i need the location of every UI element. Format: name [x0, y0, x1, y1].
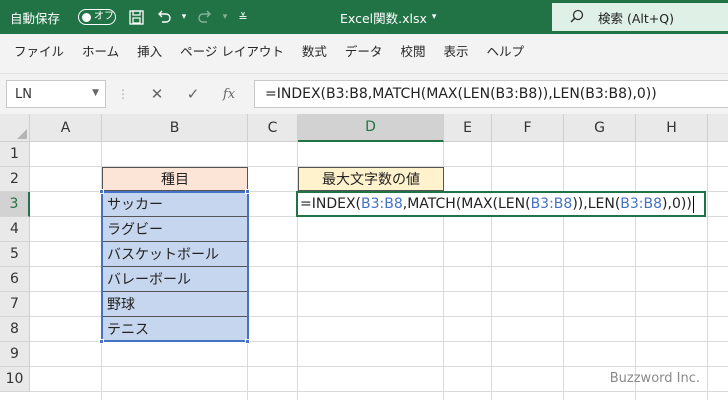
- ribbon-tabs: ファイル ホーム 挿入 ページ レイアウト 数式 データ 校閲 表示 ヘルプ: [0, 34, 728, 66]
- column-header-i-partial: [708, 114, 728, 142]
- file-name-dropdown-icon: ▾: [431, 12, 437, 22]
- cell-b4[interactable]: ラグビー: [102, 217, 248, 242]
- file-name[interactable]: Excel関数.xlsx ▾: [340, 0, 436, 34]
- gridline: [563, 142, 564, 400]
- row-header-6[interactable]: 6: [0, 267, 30, 292]
- cell-d3-editing[interactable]: =INDEX(B3:B8 ,MATCH(MAX(LEN(B3:B8)),LEN(B…: [296, 191, 706, 217]
- customize-toolbar-icon[interactable]: ≚: [234, 8, 252, 26]
- formula-text: )),LEN(: [572, 196, 621, 212]
- name-box-value: LN: [15, 86, 32, 102]
- file-name-label: Excel関数.xlsx: [340, 10, 427, 26]
- autosave-label: 自動保存: [10, 10, 61, 26]
- column-header-b[interactable]: B: [102, 114, 248, 142]
- name-box[interactable]: LN ▼: [6, 80, 106, 108]
- gridline: [30, 391, 728, 392]
- range-handle[interactable]: [245, 339, 250, 344]
- row-header-7[interactable]: 7: [0, 292, 30, 317]
- formula-text: =INDEX(: [300, 196, 362, 212]
- redo-dropdown-icon: ▾: [222, 12, 228, 22]
- undo-dropdown-icon[interactable]: ▾: [175, 8, 193, 26]
- cell-b8[interactable]: テニス: [102, 317, 248, 342]
- search-icon: [570, 9, 584, 26]
- cancel-icon[interactable]: ✕: [146, 84, 168, 104]
- column-header-c[interactable]: C: [248, 114, 298, 142]
- formula-input[interactable]: =INDEX(B3:B8,MATCH(MAX(LEN(B3:B8)),LEN(B…: [254, 80, 728, 108]
- enter-icon[interactable]: ✓: [182, 84, 204, 104]
- cell-b3[interactable]: サッカー: [102, 192, 248, 217]
- formula-text: ),0)): [662, 196, 692, 212]
- column-header-h[interactable]: H: [636, 114, 708, 142]
- formula-bar: LN ▼ ⋮ ✕ ✓ fx =INDEX(B3:B8,MATCH(MAX(LEN…: [0, 74, 728, 114]
- row-header-9[interactable]: 9: [0, 342, 30, 367]
- name-box-dropdown-icon[interactable]: ▼: [92, 88, 99, 98]
- spreadsheet-grid: A B C D E F G H 1 2 3 4 5 6 7 8 9 10 種目 …: [0, 114, 728, 400]
- row-header-5[interactable]: 5: [0, 242, 30, 267]
- redo-icon: [196, 8, 214, 26]
- row-header-3[interactable]: 3: [0, 192, 30, 217]
- range-handle[interactable]: [245, 189, 250, 194]
- toggle-knob: [82, 12, 91, 22]
- tab-help[interactable]: ヘルプ: [486, 41, 524, 60]
- row-header-8[interactable]: 8: [0, 317, 30, 342]
- autosave-toggle[interactable]: オフ: [78, 9, 116, 25]
- tab-formulas[interactable]: 数式: [302, 41, 327, 60]
- cell-b2-header[interactable]: 種目: [102, 167, 248, 191]
- autosave-state: オフ: [94, 11, 114, 22]
- cell-d2-header[interactable]: 最大文字数の値: [298, 167, 444, 191]
- tab-page-layout[interactable]: ページ レイアウト: [180, 41, 284, 60]
- more-dots-icon: ⋮: [117, 87, 129, 101]
- column-header-f[interactable]: F: [492, 114, 564, 142]
- formula-text: ,MATCH(MAX(LEN(: [402, 196, 531, 212]
- tab-review[interactable]: 校閲: [400, 41, 425, 60]
- column-header-a[interactable]: A: [30, 114, 102, 142]
- title-bar: 自動保存 オフ ▾ ▾ ≚ Excel関数.xlsx ▾ 検索 (Alt+Q): [0, 0, 728, 34]
- insert-function-icon[interactable]: fx: [218, 84, 240, 104]
- column-header-g[interactable]: G: [564, 114, 636, 142]
- gridline: [30, 366, 728, 367]
- formula-range-ref: B3:B8: [530, 196, 573, 212]
- row-header-10[interactable]: 10: [0, 367, 30, 392]
- tab-view[interactable]: 表示: [443, 41, 468, 60]
- gridline: [635, 142, 636, 400]
- search-box[interactable]: 検索 (Alt+Q): [552, 3, 728, 31]
- range-handle[interactable]: [99, 189, 104, 194]
- row-header-2[interactable]: 2: [0, 167, 30, 192]
- tab-insert[interactable]: 挿入: [137, 41, 162, 60]
- gridline: [491, 142, 492, 400]
- select-all-corner[interactable]: [0, 114, 30, 142]
- column-header-d[interactable]: D: [298, 114, 444, 142]
- ribbon-separator: [0, 66, 728, 74]
- tab-file[interactable]: ファイル: [14, 41, 64, 60]
- range-handle[interactable]: [99, 339, 104, 344]
- search-placeholder: 検索 (Alt+Q): [598, 10, 674, 26]
- watermark: Buzzword Inc.: [609, 371, 700, 386]
- cell-b5[interactable]: バスケットボール: [102, 242, 248, 267]
- row-header-4[interactable]: 4: [0, 217, 30, 242]
- undo-icon[interactable]: [155, 8, 173, 26]
- gridline: [707, 142, 708, 400]
- formula-range-ref: B3:B8: [620, 196, 663, 212]
- cell-b7[interactable]: 野球: [102, 292, 248, 317]
- tab-data[interactable]: データ: [345, 41, 383, 60]
- tab-home[interactable]: ホーム: [82, 41, 119, 60]
- row-header-1[interactable]: 1: [0, 142, 30, 167]
- formula-range-ref: B3:B8: [361, 196, 403, 212]
- text-caret: [692, 195, 694, 213]
- column-header-e[interactable]: E: [444, 114, 492, 142]
- save-icon[interactable]: [127, 8, 145, 26]
- cell-b6[interactable]: バレーボール: [102, 267, 248, 292]
